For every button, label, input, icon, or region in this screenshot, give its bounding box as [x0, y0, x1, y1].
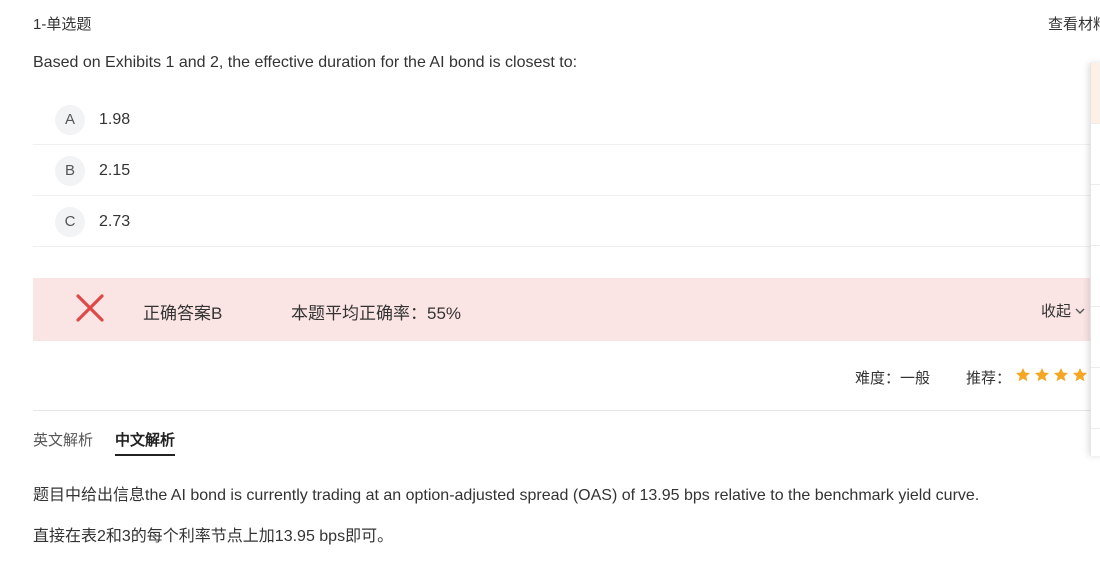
- star-icon: [1035, 368, 1049, 382]
- tab-english-explanation[interactable]: 英文解析: [33, 429, 93, 450]
- tab-chinese-explanation[interactable]: 中文解析: [115, 429, 175, 450]
- question-stem: Based on Exhibits 1 and 2, the effective…: [33, 54, 578, 71]
- explanation-line-2: 直接在表2和3的每个利率节点上加13.95 bps即可。: [33, 528, 394, 545]
- side-toolbar-item[interactable]: [1091, 185, 1100, 246]
- option-letter: B: [55, 155, 85, 186]
- option-letter: C: [55, 206, 85, 237]
- active-tab-indicator: [115, 454, 175, 456]
- explanation-line-1: 题目中给出信息the AI bond is currently trading …: [33, 487, 980, 504]
- side-toolbar-item[interactable]: [1091, 307, 1100, 368]
- side-toolbar-item[interactable]: [1091, 63, 1100, 124]
- side-toolbar-item[interactable]: [1091, 246, 1100, 307]
- star-icon: [1054, 368, 1068, 382]
- close-icon: [76, 294, 104, 322]
- side-toolbar-item[interactable]: [1091, 368, 1100, 429]
- average-accuracy: 本题平均正确率：55%: [291, 304, 462, 323]
- side-toolbar: [1090, 63, 1100, 456]
- correct-answer: 正确答案B: [143, 304, 223, 323]
- question-type: 1-单选题: [33, 16, 92, 33]
- option-text: 2.15: [99, 161, 131, 179]
- collapse-button[interactable]: 收起: [1041, 300, 1086, 321]
- side-toolbar-item[interactable]: [1091, 124, 1100, 185]
- answer-result-banner: 正确答案B 本题平均正确率：55% 收起: [33, 278, 1095, 341]
- option-text: 1.98: [99, 110, 131, 128]
- option-letter: A: [55, 104, 85, 135]
- difficulty-label: 难度：一般: [855, 370, 931, 387]
- star-icon: [1016, 368, 1030, 382]
- option-text: 2.73: [99, 212, 131, 230]
- collapse-label: 收起: [1041, 303, 1072, 320]
- chevron-down-icon: [1075, 308, 1085, 314]
- view-material-link[interactable]: 查看材料: [1048, 13, 1100, 34]
- recommend-stars: [1015, 367, 1100, 383]
- option-b[interactable]: B 2.15: [33, 146, 1095, 196]
- option-c[interactable]: C 2.73: [33, 197, 1095, 247]
- section-divider: [33, 410, 1095, 411]
- option-a[interactable]: A 1.98: [33, 95, 1095, 145]
- star-icon: [1073, 368, 1087, 382]
- recommend-label: 推荐：: [966, 370, 1012, 387]
